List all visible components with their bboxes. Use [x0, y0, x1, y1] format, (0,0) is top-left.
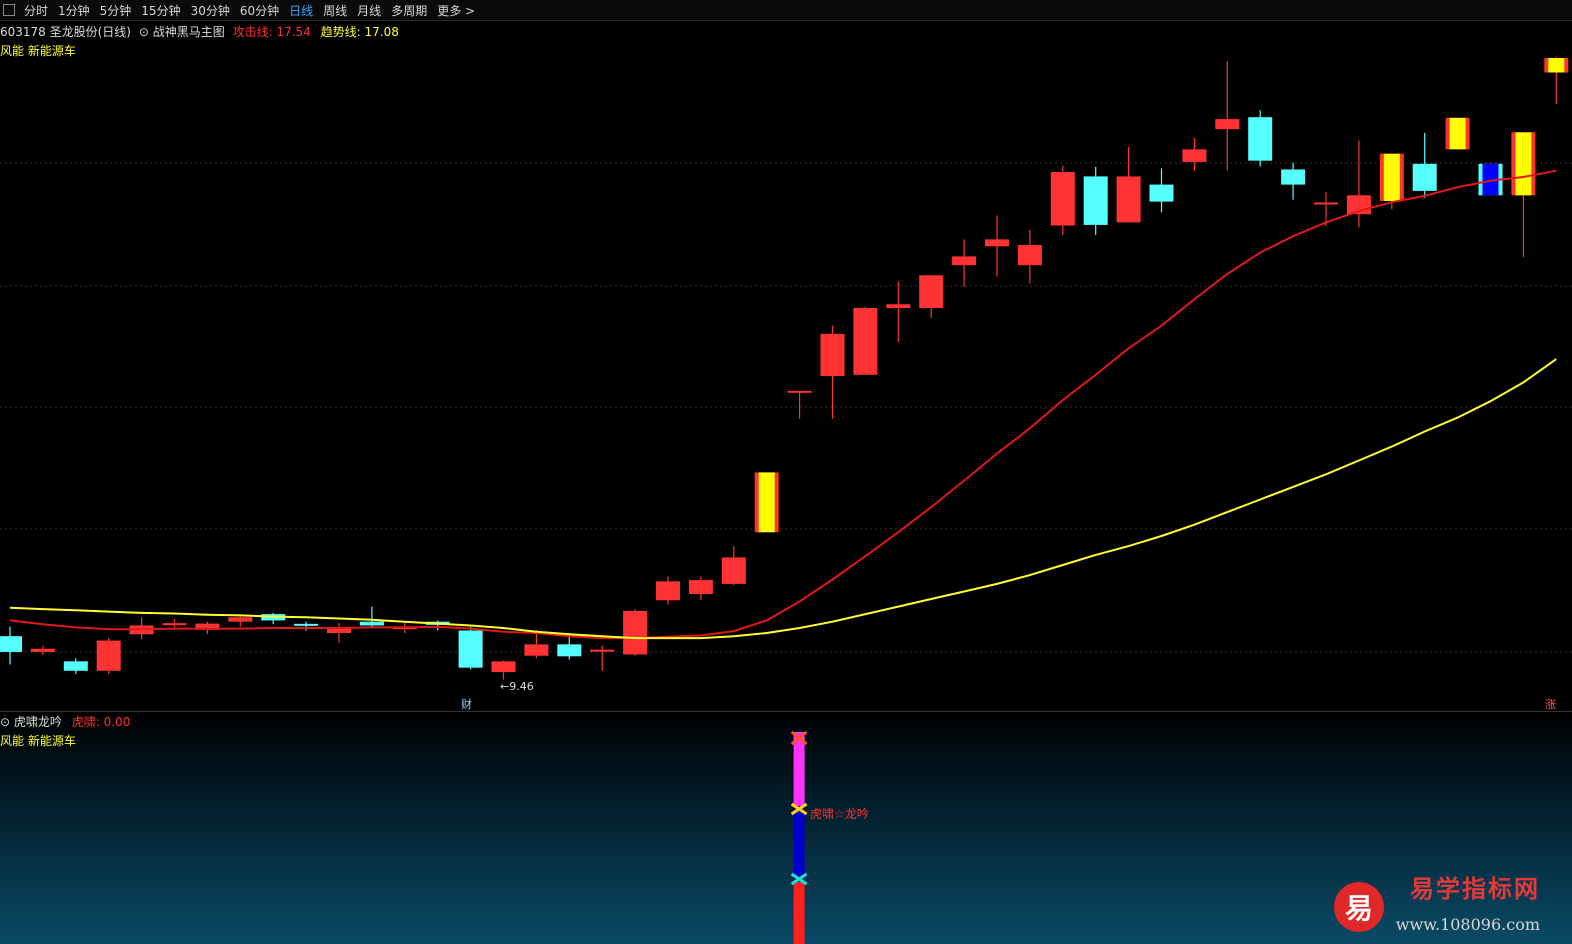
candle-body-18 — [590, 649, 615, 652]
main-info-line: 603178 圣龙股份(日线) ⊙ 战神黑马主图 攻击线: 17.54 趋势线:… — [0, 23, 399, 40]
sub-value: 0.00 — [103, 715, 131, 729]
signal-segment-magenta — [793, 732, 805, 806]
tab-multi-period[interactable]: 多周期 — [386, 2, 432, 19]
candle-body-40 — [1314, 202, 1338, 205]
candle-body-2 — [63, 661, 88, 671]
tab-15min[interactable]: 15分钟 — [136, 2, 185, 19]
sub-indicator-panel[interactable]: ⊙ 虎啸龙吟 虎啸: 0.00 风能 新能源车 虎啸☆龙吟 易 易学指标网 ww… — [0, 711, 1572, 944]
finance-badge[interactable]: 财 — [461, 696, 472, 712]
signal-segment-red — [793, 882, 805, 944]
candle-body-36 — [1182, 149, 1207, 162]
tab-weekly[interactable]: 周线 — [318, 2, 352, 19]
candle-body-31 — [1017, 245, 1042, 266]
attack-line-label: 攻击线: — [232, 25, 273, 39]
candle-body-26 — [853, 308, 878, 375]
attack-line-value: 17.54 — [276, 25, 311, 39]
sub-indicator-name[interactable]: 虎啸龙吟 — [14, 715, 62, 729]
candle-body-29 — [952, 256, 977, 266]
tab-5min[interactable]: 5分钟 — [95, 2, 137, 19]
candle-body-inner-44 — [1449, 117, 1466, 150]
candle-body-14 — [458, 630, 483, 668]
candle-body-19 — [623, 610, 648, 655]
watermark-name: 易学指标网 — [1410, 874, 1540, 903]
tab-fenshi[interactable]: 分时 — [19, 2, 53, 19]
candle-body-24 — [787, 390, 812, 393]
sub-concepts: 风能 新能源车 — [0, 734, 76, 748]
candle-body-inner-46 — [1515, 132, 1532, 196]
settings-icon[interactable]: ⊙ — [139, 25, 149, 39]
trend-line — [9, 358, 1557, 640]
main-concepts: 风能 新能源车 — [0, 44, 76, 58]
watermark-logo: 易 — [1334, 882, 1384, 932]
candle-body-20 — [656, 581, 680, 601]
candle-body-5 — [162, 623, 187, 626]
candle-body-1 — [30, 648, 55, 652]
sub-settings-icon[interactable]: ⊙ — [0, 715, 10, 729]
toolbar-checkbox[interactable] — [3, 4, 15, 16]
tab-monthly[interactable]: 月线 — [352, 2, 386, 19]
tab-60min[interactable]: 60分钟 — [235, 2, 284, 19]
tab-1min[interactable]: 1分钟 — [53, 2, 95, 19]
candle-body-35 — [1149, 184, 1174, 202]
low-price-marker: ←9.46 — [500, 680, 534, 693]
candle-body-33 — [1083, 176, 1108, 225]
signal-text: 虎啸☆龙吟 — [810, 807, 869, 821]
candle-body-inner-47 — [1548, 58, 1565, 73]
tab-30min[interactable]: 30分钟 — [186, 2, 235, 19]
candle-body-30 — [985, 239, 1009, 247]
sub-info-line: ⊙ 虎啸龙吟 虎啸: 0.00 — [0, 713, 130, 730]
tab-more[interactable]: 更多 > — [432, 2, 480, 19]
tab-daily[interactable]: 日线 — [284, 2, 318, 19]
candle-body-21 — [688, 580, 713, 594]
candle-body-32 — [1050, 172, 1075, 226]
candle-body-17 — [557, 644, 582, 657]
candlestick-chart[interactable] — [0, 21, 1572, 711]
candle-body-7 — [228, 617, 253, 622]
main-chart-panel[interactable]: 603178 圣龙股份(日线) ⊙ 战神黑马主图 攻击线: 17.54 趋势线:… — [0, 21, 1572, 711]
limit-up-badge[interactable]: 涨 — [1545, 696, 1556, 712]
candle-body-34 — [1116, 176, 1141, 223]
candle-body-inner-23 — [758, 472, 775, 533]
candle-body-0 — [0, 636, 22, 652]
candle-body-11 — [359, 621, 384, 626]
candle-body-3 — [96, 640, 121, 671]
candle-body-9 — [294, 623, 319, 626]
candle-body-37 — [1215, 119, 1240, 130]
attack-line — [9, 169, 1557, 640]
candle-body-28 — [919, 275, 944, 309]
candle-body-38 — [1248, 117, 1273, 161]
period-toolbar: 分时 1分钟 5分钟 15分钟 30分钟 60分钟 日线 周线 月线 多周期 更… — [0, 0, 1572, 21]
signal-segment-blue — [793, 810, 805, 878]
trend-line-label: 趋势线: — [320, 25, 361, 39]
trend-line-value: 17.08 — [364, 25, 399, 39]
candle-body-22 — [721, 557, 746, 584]
candle-body-15 — [491, 661, 516, 673]
candle-body-43 — [1412, 163, 1437, 191]
stock-title: 603178 圣龙股份(日线) — [0, 25, 131, 39]
candle-body-39 — [1281, 169, 1306, 185]
sub-value-label: 虎啸: — [71, 715, 100, 729]
candle-body-16 — [524, 644, 549, 656]
candle-body-inner-42 — [1383, 153, 1400, 201]
candle-body-25 — [820, 333, 845, 377]
watermark-url: www.108096.com — [1395, 915, 1540, 934]
indicator-name[interactable]: 战神黑马主图 — [153, 25, 225, 39]
candle-body-27 — [886, 304, 911, 309]
